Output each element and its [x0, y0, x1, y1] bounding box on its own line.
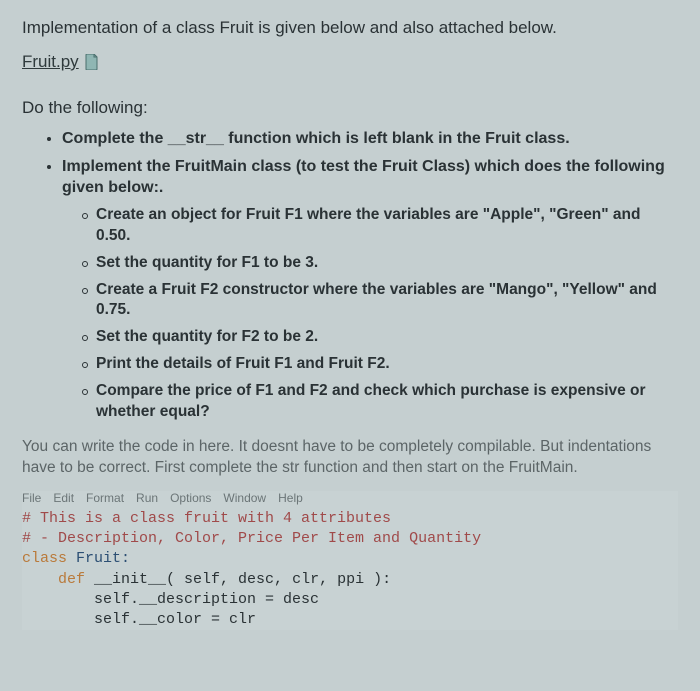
- code-editor: File Edit Format Run Options Window Help…: [22, 491, 678, 631]
- menu-window[interactable]: Window: [223, 491, 266, 505]
- editor-menubar: File Edit Format Run Options Window Help: [22, 491, 678, 505]
- file-icon: [85, 54, 99, 70]
- subbullet-list: Create an object for Fruit F1 where the …: [62, 205, 678, 423]
- file-link[interactable]: Fruit.py: [22, 52, 99, 72]
- bullet-item: Implement the FruitMain class (to test t…: [62, 156, 678, 423]
- subbullet-item: Print the details of Fruit F1 and Fruit …: [82, 354, 678, 375]
- code-line: self.__color = clr: [94, 611, 256, 628]
- menu-run[interactable]: Run: [136, 491, 158, 505]
- subbullet-item: Set the quantity for F1 to be 3.: [82, 253, 678, 274]
- menu-format[interactable]: Format: [86, 491, 124, 505]
- bullet-item: Complete the __str__ function which is l…: [62, 128, 678, 150]
- code-line: # - Description, Color, Price Per Item a…: [22, 530, 481, 547]
- bullet-list: Complete the __str__ function which is l…: [22, 128, 678, 423]
- menu-options[interactable]: Options: [170, 491, 211, 505]
- menu-edit[interactable]: Edit: [53, 491, 74, 505]
- code-line: __init__( self, desc, clr, ppi ):: [85, 571, 391, 588]
- intro-text: Implementation of a class Fruit is given…: [22, 18, 678, 38]
- subbullet-item: Set the quantity for F2 to be 2.: [82, 327, 678, 348]
- note-text: You can write the code in here. It doesn…: [22, 437, 678, 479]
- code-keyword: class: [22, 550, 67, 567]
- do-heading: Do the following:: [22, 98, 678, 118]
- subbullet-item: Create a Fruit F2 constructor where the …: [82, 280, 678, 322]
- code-line: Fruit:: [67, 550, 130, 567]
- subbullet-item: Compare the price of F1 and F2 and check…: [82, 381, 678, 423]
- code-line: self.__description = desc: [94, 591, 319, 608]
- code-line: # This is a class fruit with 4 attribute…: [22, 510, 391, 527]
- file-link-label: Fruit.py: [22, 52, 79, 72]
- menu-help[interactable]: Help: [278, 491, 303, 505]
- code-keyword: def: [58, 571, 85, 588]
- page-root: Implementation of a class Fruit is given…: [0, 0, 700, 691]
- menu-file[interactable]: File: [22, 491, 41, 505]
- code-block: # This is a class fruit with 4 attribute…: [22, 509, 678, 631]
- subbullet-item: Create an object for Fruit F1 where the …: [82, 205, 678, 247]
- bullet-text: Implement the FruitMain class (to test t…: [62, 158, 665, 197]
